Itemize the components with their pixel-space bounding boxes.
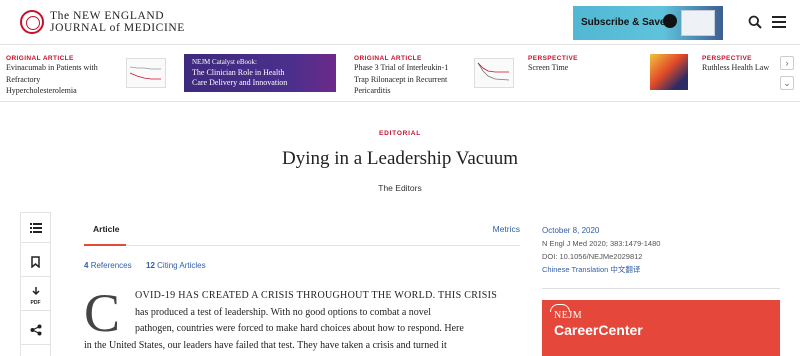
- doi[interactable]: DOI: 10.1056/NEJMe2029812: [542, 250, 660, 263]
- body-line: pathogen, countries were forced to make …: [135, 323, 464, 334]
- article-meta: October 8, 2020 N Engl J Med 2020; 383:1…: [542, 224, 660, 276]
- career-brand: NEJM: [554, 310, 583, 321]
- list-icon: [29, 222, 42, 233]
- article-tool-rail: PDF: [20, 212, 51, 356]
- chevron-right-icon[interactable]: ›: [780, 56, 794, 70]
- teaser-tag: ORIGINAL ARTICLE: [6, 55, 74, 62]
- catalyst-ebook-banner[interactable]: NEJM Catalyst eBook: The Clinician Role …: [184, 54, 336, 92]
- teaser-health-law[interactable]: PERSPECTIVE Ruthless Health Law: [702, 55, 769, 74]
- publication-date: October 8, 2020: [542, 226, 600, 235]
- drop-cap: C: [84, 283, 121, 343]
- career-center-banner[interactable]: NEJM CareerCenter: [542, 300, 780, 356]
- toc-button[interactable]: [21, 213, 50, 243]
- logo-line-2: JOURNAL of MEDICINE: [50, 22, 185, 34]
- teaser-tag: ORIGINAL ARTICLE: [354, 55, 422, 62]
- tablet-image: [681, 10, 715, 36]
- bookmark-icon: [31, 255, 40, 268]
- body-line: OVID-19 HAS CREATED A CRISIS THROUGHOUT …: [135, 290, 498, 301]
- pdf-icon: PDF: [30, 300, 41, 306]
- teaser-title-line: Ruthless Health Law: [702, 63, 770, 72]
- references-count: 4: [84, 261, 89, 270]
- citing-articles-link[interactable]: 12 Citing Articles: [146, 261, 206, 270]
- site-header: The NEW ENGLAND JOURNAL of MEDICINE Subs…: [0, 0, 800, 45]
- tab-article[interactable]: Article: [84, 214, 126, 246]
- teaser-title-line: Refractory: [6, 74, 41, 84]
- share-icon: [30, 324, 41, 335]
- subscribe-promo-banner[interactable]: Subscribe & Save: [573, 6, 723, 40]
- catalyst-tag: NEJM Catalyst eBook:: [192, 58, 257, 66]
- teaser-title-line: Pericarditis: [354, 86, 391, 95]
- tab-metrics[interactable]: Metrics: [493, 224, 520, 234]
- catalyst-title: The Clinician Role in Health Care Delive…: [192, 68, 332, 88]
- share-button[interactable]: [21, 315, 50, 345]
- citation: N Engl J Med 2020; 383:1479-1480: [542, 239, 661, 248]
- teaser-tag: PERSPECTIVE: [702, 55, 752, 62]
- teaser-evinacumab[interactable]: ORIGINAL ARTICLE Evinacumab in Patients …: [6, 55, 98, 97]
- logo-line-1: The NEW ENGLAND: [50, 10, 165, 22]
- catalyst-title-line: Care Delivery and Innovation: [192, 78, 288, 87]
- body-line: in the United States, our leaders have f…: [84, 339, 447, 351]
- body-line: has produced a test of leadership. With …: [135, 306, 432, 318]
- article-title: Dying in a Leadership Vacuum: [281, 148, 519, 169]
- nejm-wordmark[interactable]: The NEW ENGLAND JOURNAL of MEDICINE: [50, 10, 185, 34]
- menu-icon[interactable]: [772, 16, 786, 28]
- play-disc-icon: [663, 14, 677, 28]
- promo-label: Subscribe & Save: [581, 17, 666, 28]
- teaser-thumbnail-art[interactable]: [650, 54, 688, 90]
- search-icon[interactable]: [748, 15, 762, 29]
- references-link[interactable]: 4 References: [84, 261, 132, 270]
- catalyst-title-line: The Clinician Role in Health: [192, 68, 285, 77]
- chinese-translation-link[interactable]: Chinese Translation 中文翻译: [542, 263, 660, 276]
- references-label: References: [90, 261, 132, 270]
- article-byline: The Editors: [378, 183, 422, 193]
- teaser-thumbnail-chart[interactable]: [474, 58, 514, 88]
- article-section-label[interactable]: EDITORIAL: [0, 130, 800, 137]
- article-tabs: Article Metrics: [84, 214, 520, 246]
- sidebar-divider: [542, 288, 780, 289]
- teaser-tag: PERSPECTIVE: [528, 55, 578, 62]
- career-name: CareerCenter: [554, 322, 643, 338]
- download-icon: [31, 286, 40, 295]
- chevron-down-icon[interactable]: ⌄: [780, 76, 794, 90]
- citing-count: 12: [146, 261, 155, 270]
- bookmark-button[interactable]: [21, 247, 50, 277]
- nejm-seal-logo[interactable]: [20, 10, 44, 34]
- citing-label: Citing Articles: [157, 261, 206, 270]
- teaser-screen-time[interactable]: PERSPECTIVE Screen Time: [528, 55, 578, 74]
- teaser-thumbnail-chart[interactable]: [126, 58, 166, 88]
- teaser-title-line: Screen Time: [528, 63, 569, 72]
- teaser-title-line: Trap Rilonacept in Recurrent: [354, 74, 448, 84]
- teaser-title-line: Phase 3 Trial of Interleukin-1: [354, 63, 449, 72]
- pdf-button[interactable]: PDF: [21, 281, 50, 311]
- teaser-title-line: Hypercholesterolemia: [6, 86, 77, 95]
- teaser-rilonacept[interactable]: ORIGINAL ARTICLE Phase 3 Trial of Interl…: [354, 55, 448, 97]
- teaser-title-line: Evinacumab in Patients with: [6, 63, 98, 72]
